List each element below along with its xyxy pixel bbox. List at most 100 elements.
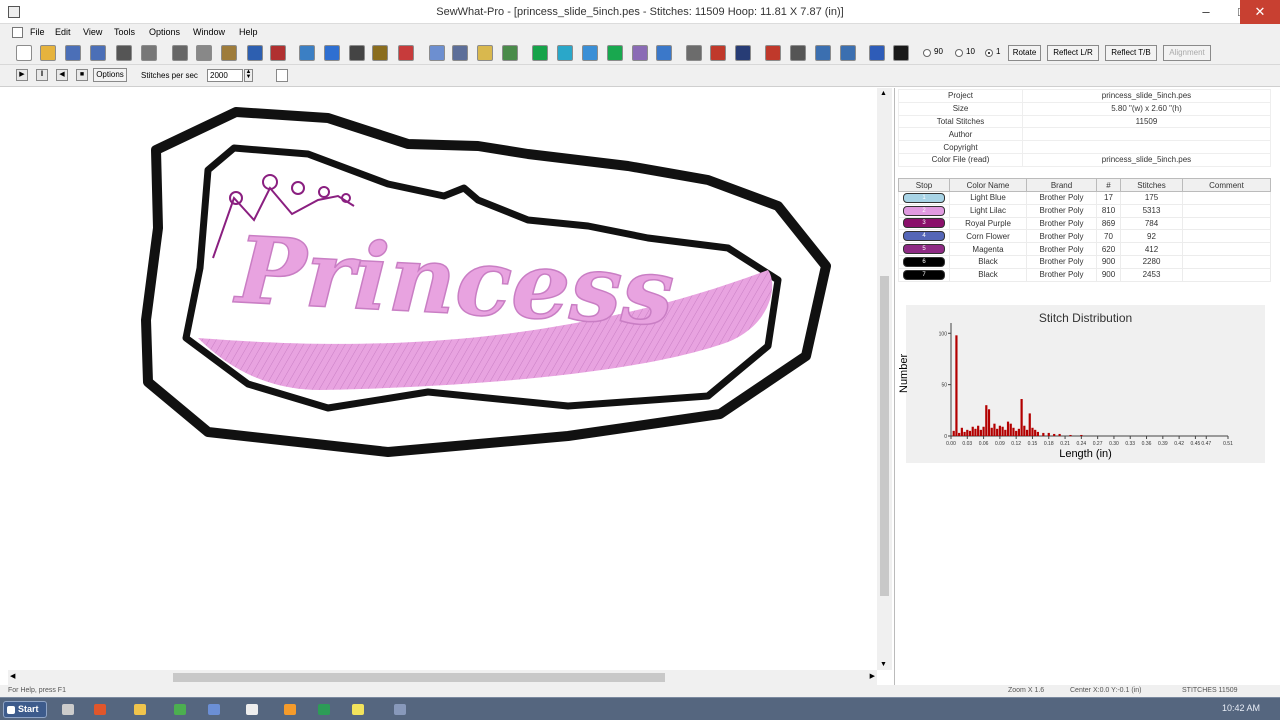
zoom-out-icon[interactable]	[840, 45, 856, 61]
minimize-button[interactable]: –	[1186, 0, 1226, 24]
split-icon[interactable]	[324, 45, 340, 61]
options-button[interactable]: Options	[93, 68, 127, 82]
scroll-down-arrow[interactable]: ▼	[880, 661, 887, 668]
horizontal-scroll-thumb[interactable]	[173, 673, 665, 682]
hoop-icon[interactable]	[299, 45, 315, 61]
design-canvas[interactable]: Princess	[8, 88, 877, 670]
rotate-button[interactable]: Rotate	[1008, 45, 1041, 61]
thread-icon[interactable]	[686, 45, 702, 61]
save-icon[interactable]	[65, 45, 81, 61]
color-swatch[interactable]: 4	[903, 231, 945, 242]
horizontal-scrollbar[interactable]: ◀ ▶	[8, 670, 877, 685]
close-button[interactable]: ✕	[1240, 0, 1280, 24]
color-icon[interactable]	[607, 45, 623, 61]
task-files-button[interactable]	[200, 701, 230, 718]
task-notes-button[interactable]	[344, 701, 374, 718]
shirt-icon[interactable]	[557, 45, 573, 61]
thread-red-icon[interactable]	[710, 45, 726, 61]
flag-icon[interactable]	[477, 45, 493, 61]
rotate-1-radio[interactable]	[985, 49, 993, 57]
scroll-right-arrow[interactable]: ▶	[870, 672, 875, 680]
save-as-icon[interactable]	[90, 45, 106, 61]
task-app-button[interactable]	[310, 701, 340, 718]
paint-icon[interactable]	[632, 45, 648, 61]
text-icon[interactable]	[349, 45, 365, 61]
stop-button[interactable]: ■	[76, 69, 88, 81]
stop-icon[interactable]	[532, 45, 548, 61]
rotate-10-radio[interactable]	[955, 49, 963, 57]
alignment-button[interactable]: Alignment	[1163, 45, 1211, 61]
print-icon[interactable]	[116, 45, 132, 61]
color-swatch[interactable]: 5	[903, 244, 945, 255]
task-sewwhat-button[interactable]	[386, 701, 416, 718]
menu-help[interactable]: Help	[239, 27, 258, 37]
reflect-lr-button[interactable]: Reflect L/R	[1047, 45, 1099, 61]
vertical-scrollbar[interactable]: ▲ ▼	[877, 88, 892, 670]
menu-window[interactable]: Window	[193, 27, 225, 37]
context-help-icon[interactable]	[893, 45, 909, 61]
color-swatch[interactable]: 2	[903, 205, 945, 216]
scroll-up-arrow[interactable]: ▲	[880, 90, 887, 97]
new-file-icon[interactable]	[16, 45, 32, 61]
speed-input[interactable]: 2000	[207, 69, 243, 82]
vertical-scroll-thumb[interactable]	[880, 276, 889, 596]
frame-icon[interactable]	[582, 45, 598, 61]
image-icon[interactable]	[502, 45, 518, 61]
help-icon[interactable]	[869, 45, 885, 61]
task-media-button[interactable]	[276, 701, 306, 718]
color-swatch[interactable]: 3	[903, 218, 945, 229]
color-row[interactable]: 1 Light Blue Brother Poly 17 175	[898, 191, 1271, 205]
task-paint-button[interactable]	[238, 701, 268, 718]
column-header[interactable]: Brand	[1026, 178, 1097, 192]
edit-stitches-icon[interactable]	[270, 45, 286, 61]
color-swatch[interactable]: 1	[903, 192, 945, 203]
color-row[interactable]: 4 Corn Flower Brother Poly 70 92	[898, 229, 1271, 244]
reflect-tb-button[interactable]: Reflect T/B	[1105, 45, 1157, 61]
wizard-icon[interactable]	[372, 45, 388, 61]
speed-spinner[interactable]: ▲ ▼	[244, 69, 253, 82]
color-row[interactable]: 2 Light Lilac Brother Poly 810 5313	[898, 203, 1271, 218]
menu-edit[interactable]: Edit	[55, 27, 71, 37]
column-header[interactable]: Color Name	[949, 178, 1027, 192]
play-button[interactable]: ▶	[16, 69, 28, 81]
paste-icon[interactable]	[221, 45, 237, 61]
undo-icon[interactable]	[247, 45, 263, 61]
menu-file[interactable]: File	[30, 27, 45, 37]
needle-icon[interactable]	[656, 45, 672, 61]
color-swatch[interactable]: 6	[903, 256, 945, 267]
speed-checkbox[interactable]	[276, 69, 288, 82]
column-header[interactable]: Stop	[898, 178, 950, 192]
pause-button[interactable]: ‖	[36, 69, 48, 81]
task-folder-button[interactable]	[126, 701, 156, 718]
color-row[interactable]: 5 Magenta Brother Poly 620 412	[898, 242, 1271, 256]
task-calculator-button[interactable]	[54, 701, 84, 718]
color-row[interactable]: 7 Black Brother Poly 900 2453	[898, 267, 1271, 282]
task-firefox-button[interactable]	[86, 701, 116, 718]
column-header[interactable]: Stitches	[1120, 178, 1183, 192]
color-row[interactable]: 3 Royal Purple Brother Poly 869 784	[898, 216, 1271, 231]
zoom-icon[interactable]	[790, 45, 806, 61]
menu-tools[interactable]: Tools	[114, 27, 135, 37]
scroll-left-arrow[interactable]: ◀	[10, 672, 15, 680]
cut-icon[interactable]	[172, 45, 188, 61]
thread-blue-icon[interactable]	[735, 45, 751, 61]
save-disk-icon[interactable]	[452, 45, 468, 61]
grid-icon[interactable]	[765, 45, 781, 61]
column-header[interactable]: Comment	[1182, 178, 1271, 192]
tools-icon[interactable]	[398, 45, 414, 61]
open-folder-icon[interactable]	[40, 45, 56, 61]
start-button[interactable]: Start	[3, 701, 47, 718]
rotate-90-radio[interactable]	[923, 49, 931, 57]
document-icon[interactable]	[12, 27, 23, 38]
zoom-in-icon[interactable]	[815, 45, 831, 61]
color-row[interactable]: 6 Black Brother Poly 900 2280	[898, 254, 1271, 269]
print-preview-icon[interactable]	[141, 45, 157, 61]
copy-icon[interactable]	[196, 45, 212, 61]
step-back-button[interactable]: ◀	[56, 69, 68, 81]
task-chrome-button[interactable]	[166, 701, 196, 718]
column-header[interactable]: #	[1096, 178, 1121, 192]
color-swatch[interactable]: 7	[903, 269, 945, 280]
menu-options[interactable]: Options	[149, 27, 180, 37]
disk-icon[interactable]	[429, 45, 445, 61]
menu-view[interactable]: View	[83, 27, 102, 37]
